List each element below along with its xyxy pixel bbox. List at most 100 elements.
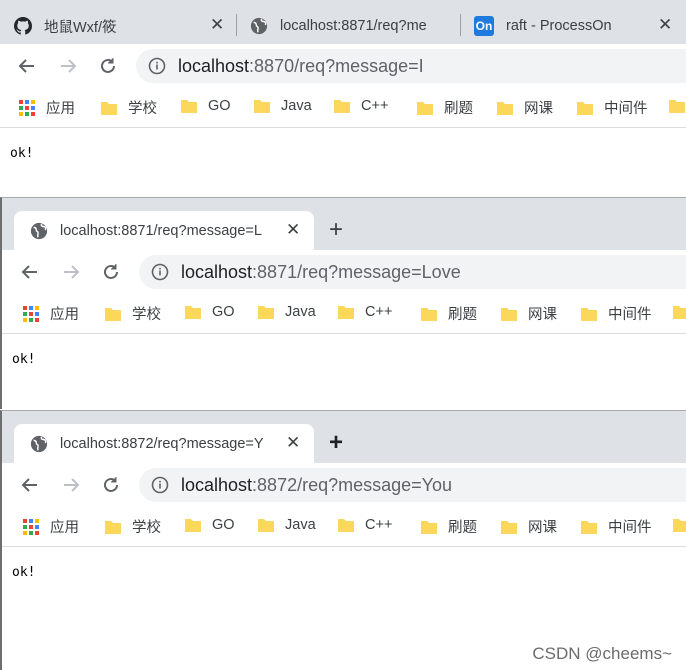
tab-title: localhost:8871/req?message=L	[60, 222, 262, 239]
bookmark-folder[interactable]: 中间件	[580, 303, 652, 324]
tab-processon[interactable]: On raft - ProcessOn ✕	[474, 8, 686, 44]
apps-grid-icon	[23, 518, 39, 535]
bookmarks-bar: 应用 学校 GO Java C++ 刷题 网课 中间件	[2, 507, 686, 547]
folder-icon	[334, 100, 350, 113]
folder-icon	[673, 306, 686, 319]
tab-close-icon[interactable]: ✕	[286, 434, 300, 452]
bookmark-folder[interactable]: Java	[257, 303, 316, 321]
bookmark-folder[interactable]: Java	[253, 97, 312, 115]
new-tab-plus-icon[interactable]: +	[329, 431, 343, 455]
bookmark-folder[interactable]: C++	[333, 97, 388, 115]
url-text[interactable]: localhost:8870/req?message=I	[178, 56, 424, 77]
tab-strip: 地鼠Wxf/筱 ✕ localhost:8871/req?message On …	[0, 0, 686, 44]
folder-icon	[577, 101, 593, 115]
folder-icon	[254, 100, 270, 113]
url-text[interactable]: localhost:8872/req?message=You	[181, 475, 452, 496]
tab-localhost-8871[interactable]: localhost:8871/req?message=L ✕	[14, 211, 314, 250]
url-text[interactable]: localhost:8871/req?message=Love	[181, 262, 461, 283]
info-icon[interactable]	[148, 57, 166, 75]
tab-localhost-8871[interactable]: localhost:8871/req?message	[250, 8, 455, 44]
tab-strip: localhost:8871/req?message=L ✕ +	[2, 198, 686, 250]
bookmark-folder[interactable]: C++	[337, 303, 392, 321]
forward-arrow-icon[interactable]	[59, 260, 83, 284]
bookmark-folder[interactable]: 网课	[500, 303, 557, 324]
browser-window-2: localhost:8871/req?message=L ✕ + localho…	[0, 197, 686, 409]
bookmark-folder[interactable]: GO	[180, 97, 231, 115]
bookmarks-bar: 应用 学校 GO Java C++ 刷题 网课 中间件	[0, 88, 686, 128]
toolbar: localhost:8872/req?message=You	[2, 463, 686, 507]
toolbar: localhost:8870/req?message=I	[0, 44, 686, 88]
bookmark-folder[interactable]: GO	[184, 303, 235, 321]
folder-icon	[417, 101, 433, 115]
page-content: ok!	[2, 547, 686, 580]
reload-icon[interactable]	[99, 473, 123, 497]
bookmark-folder[interactable]: C++	[337, 516, 392, 534]
watermark: CSDN @cheems~	[532, 644, 672, 663]
back-arrow-icon[interactable]	[18, 260, 42, 284]
folder-icon	[105, 520, 121, 534]
folder-icon	[581, 307, 597, 321]
tab-strip: localhost:8872/req?message=Y ✕ +	[2, 411, 686, 463]
folder-icon	[501, 307, 517, 321]
tab-title: localhost:8871/req?message	[280, 18, 426, 34]
bookmark-folder[interactable]: Java	[257, 516, 316, 534]
bookmark-folder-overflow[interactable]	[668, 97, 686, 115]
bookmark-apps[interactable]: 应用	[22, 303, 79, 324]
folder-icon	[497, 101, 513, 115]
bookmark-apps[interactable]: 应用	[18, 97, 75, 118]
globe-icon	[250, 17, 268, 35]
tab-close-icon[interactable]: ✕	[210, 16, 224, 34]
response-text: ok!	[12, 565, 36, 580]
bookmark-folder[interactable]: 学校	[104, 303, 161, 324]
back-arrow-icon[interactable]	[15, 54, 39, 78]
bookmark-apps[interactable]: 应用	[22, 516, 79, 537]
bookmark-folder[interactable]: 学校	[100, 97, 157, 118]
address-bar[interactable]: localhost:8870/req?message=I	[136, 49, 686, 83]
bookmarks-bar: 应用 学校 GO Java C++ 刷题 网课 中间件	[2, 294, 686, 334]
reload-icon[interactable]	[96, 54, 120, 78]
tab-separator	[460, 14, 461, 36]
address-bar[interactable]: localhost:8871/req?message=Love	[139, 255, 686, 289]
processon-icon: On	[474, 16, 494, 36]
bookmark-folder[interactable]: 学校	[104, 516, 161, 537]
folder-icon	[258, 519, 274, 532]
bookmark-folder[interactable]: GO	[184, 516, 235, 534]
info-icon[interactable]	[151, 476, 169, 494]
reload-icon[interactable]	[99, 260, 123, 284]
bookmark-folder[interactable]: 刷题	[420, 516, 477, 537]
forward-arrow-icon[interactable]	[59, 473, 83, 497]
address-bar[interactable]: localhost:8872/req?message=You	[139, 468, 686, 502]
folder-icon	[669, 100, 685, 113]
folder-icon	[338, 306, 354, 319]
back-arrow-icon[interactable]	[18, 473, 42, 497]
bookmark-folder[interactable]: 网课	[496, 97, 553, 118]
folder-icon	[581, 520, 597, 534]
folder-icon	[181, 100, 197, 113]
new-tab-plus-icon[interactable]: +	[329, 218, 343, 242]
apps-grid-icon	[19, 99, 35, 116]
toolbar: localhost:8871/req?message=Love	[2, 250, 686, 294]
info-icon[interactable]	[151, 263, 169, 281]
github-icon	[14, 17, 32, 35]
response-text: ok!	[10, 146, 34, 161]
tab-github[interactable]: 地鼠Wxf/筱 ✕	[14, 8, 234, 44]
tab-localhost-8872[interactable]: localhost:8872/req?message=Y ✕	[14, 424, 314, 463]
bookmark-folder-overflow[interactable]	[672, 516, 686, 534]
browser-window-1: 地鼠Wxf/筱 ✕ localhost:8871/req?message On …	[0, 0, 686, 197]
tab-title: localhost:8872/req?message=Y	[60, 435, 264, 452]
tab-close-icon[interactable]: ✕	[286, 221, 300, 239]
bookmark-folder-overflow[interactable]	[672, 303, 686, 321]
bookmark-folder[interactable]: 中间件	[576, 97, 648, 118]
bookmark-folder[interactable]: 刷题	[420, 303, 477, 324]
folder-icon	[105, 307, 121, 321]
folder-icon	[501, 520, 517, 534]
globe-icon	[30, 435, 48, 453]
folder-icon	[673, 519, 686, 532]
bookmark-folder[interactable]: 网课	[500, 516, 557, 537]
bookmark-folder[interactable]: 刷题	[416, 97, 473, 118]
folder-icon	[421, 307, 437, 321]
bookmark-folder[interactable]: 中间件	[580, 516, 652, 537]
folder-icon	[101, 101, 117, 115]
tab-close-icon[interactable]: ✕	[658, 16, 672, 34]
forward-arrow-icon[interactable]	[56, 54, 80, 78]
